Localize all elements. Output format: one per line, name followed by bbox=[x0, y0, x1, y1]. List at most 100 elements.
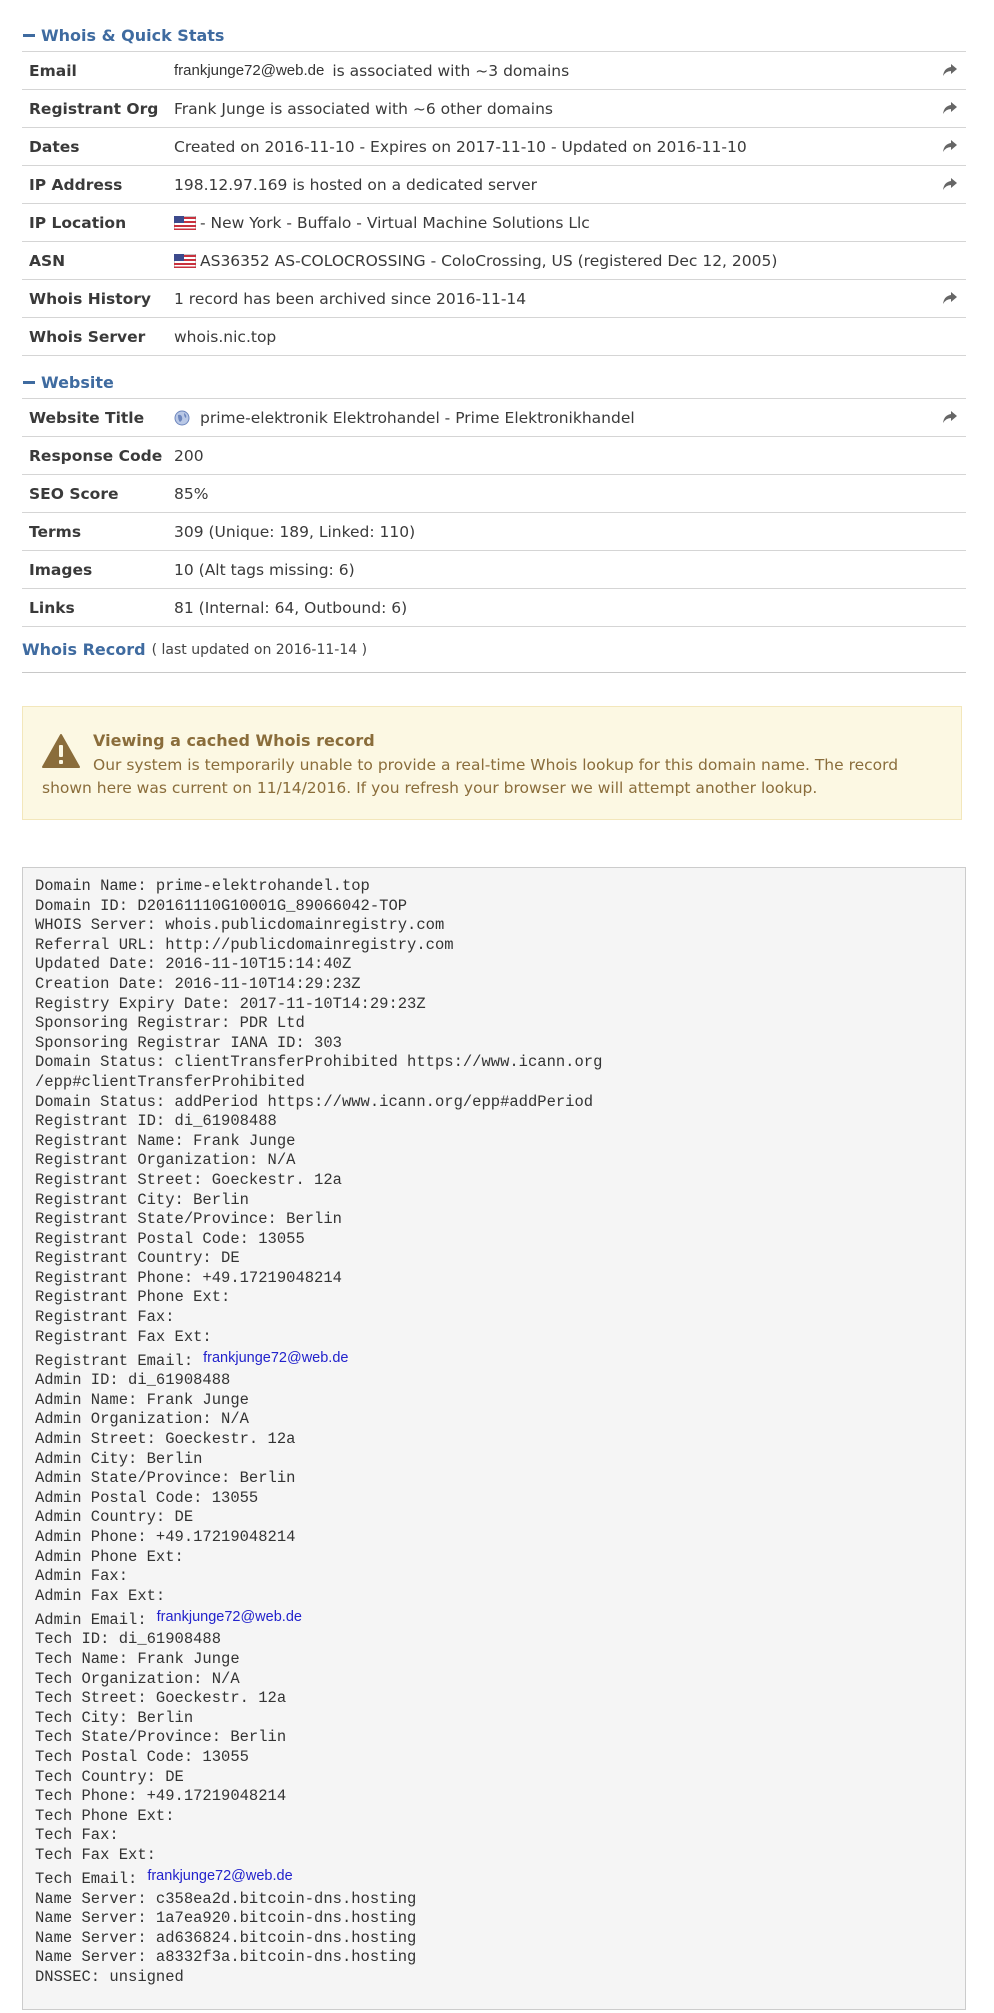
email-link[interactable]: frankjunge72@web.de bbox=[174, 62, 324, 79]
row-text: Frank Junge is associated with ~6 other … bbox=[174, 99, 553, 118]
whois-section-toggle[interactable]: Whois & Quick Stats bbox=[22, 19, 966, 52]
record-line: Registrant Phone: +49.17219048214 bbox=[35, 1268, 342, 1287]
record-line: Registry Expiry Date: 2017-11-10T14:29:2… bbox=[35, 994, 426, 1013]
row-value: 81 (Internal: 64, Outbound: 6) bbox=[174, 599, 407, 617]
row-value: Frank Junge is associated with ~6 other … bbox=[174, 100, 553, 118]
row-text: whois.nic.top bbox=[174, 327, 277, 346]
record-line: Admin Postal Code: 13055 bbox=[35, 1488, 259, 1507]
share-icon[interactable] bbox=[942, 291, 958, 305]
record-line: Creation Date: 2016-11-10T14:29:23Z bbox=[35, 974, 361, 993]
record-line: Tech Fax: bbox=[35, 1826, 119, 1845]
record-line: Admin State/Province: Berlin bbox=[35, 1469, 296, 1488]
whois-record-heading: Whois Record ( last updated on 2016-11-1… bbox=[22, 640, 966, 673]
collapse-icon bbox=[23, 380, 35, 384]
page: Whois & Quick Stats Email frankjunge72@we… bbox=[0, 0, 994, 2013]
info-row: SEO Score 85% bbox=[22, 475, 966, 513]
row-text: - New York - Buffalo - Virtual Machine S… bbox=[200, 213, 590, 232]
record-line: Registrant Country: DE bbox=[35, 1249, 240, 1268]
info-row: Dates Created on 2016-11-10 - Expires on … bbox=[22, 128, 966, 166]
section-title: Website bbox=[41, 372, 114, 392]
record-line: /epp#clientTransferProhibited bbox=[35, 1072, 305, 1091]
record-line: Admin Name: Frank Junge bbox=[35, 1390, 249, 1409]
row-value: prime-elektronik Elektrohandel - Prime E… bbox=[174, 409, 635, 427]
row-label: ASN bbox=[29, 251, 66, 270]
info-row: Links 81 (Internal: 64, Outbound: 6) bbox=[22, 589, 966, 627]
row-text: 81 (Internal: 64, Outbound: 6) bbox=[174, 598, 408, 617]
row-value: whois.nic.top bbox=[174, 328, 276, 346]
row-value: frankjunge72@web.de is associated with ~3… bbox=[174, 62, 569, 80]
record-line: Admin ID: di_61908488 bbox=[35, 1371, 231, 1390]
row-value: AS36352 AS-COLOCROSSING - ColoCrossing, … bbox=[174, 252, 777, 270]
share-icon[interactable] bbox=[942, 410, 958, 424]
info-row: Whois Server whois.nic.top bbox=[22, 318, 966, 356]
record-email-link[interactable]: frankjunge72@web.de bbox=[203, 1349, 348, 1369]
record-line: Tech ID: di_61908488 bbox=[35, 1630, 222, 1649]
row-label: Email bbox=[29, 61, 77, 80]
record-line: Tech Country: DE bbox=[35, 1767, 184, 1786]
info-row: Images 10 (Alt tags missing: 6) bbox=[22, 551, 966, 589]
row-label: Whois History bbox=[29, 289, 152, 308]
record-line: Domain ID: D20161110G10001G_89066042-TOP bbox=[35, 896, 408, 915]
row-label: IP Location bbox=[29, 213, 127, 232]
record-line: Admin Street: Goeckestr. 12a bbox=[35, 1430, 296, 1449]
row-label: Whois Server bbox=[29, 327, 146, 346]
record-line: Tech Phone: +49.17219048214 bbox=[35, 1787, 287, 1806]
cached-record-alert: Viewing a cached Whois record Our system… bbox=[22, 706, 962, 820]
record-email-link[interactable]: frankjunge72@web.de bbox=[147, 1867, 292, 1887]
record-line: Tech City: Berlin bbox=[35, 1708, 194, 1727]
record-line: Tech State/Province: Berlin bbox=[35, 1728, 287, 1747]
row-label: Dates bbox=[29, 137, 80, 156]
whois-record-subtitle: ( last updated on 2016-11-14 ) bbox=[151, 642, 368, 658]
share-icon[interactable] bbox=[942, 101, 958, 115]
globe-icon bbox=[174, 410, 190, 425]
record-line: Registrant Postal Code: 13055 bbox=[35, 1229, 305, 1248]
row-label: IP Address bbox=[29, 175, 123, 194]
record-line: Tech Fax Ext: bbox=[35, 1845, 156, 1864]
row-value: 10 (Alt tags missing: 6) bbox=[174, 561, 355, 579]
info-row: ASN AS36352 AS-COLOCROSSING - ColoCrossin… bbox=[22, 242, 966, 280]
share-icon[interactable] bbox=[942, 63, 958, 77]
record-line: Name Server: ad636824.bitcoin-dns.hostin… bbox=[35, 1928, 417, 1947]
row-value: 1 record has been archived since 2016-11… bbox=[174, 290, 526, 308]
row-text: Created on 2016-11-10 - Expires on 2017-… bbox=[174, 137, 747, 156]
row-label: Registrant Org bbox=[29, 99, 159, 118]
row-text: 198.12.97.169 is hosted on a dedicated s… bbox=[174, 175, 538, 194]
row-value: 85% bbox=[174, 485, 208, 503]
record-line: DNSSEC: unsigned bbox=[35, 1967, 184, 1986]
record-line-text: Registrant Email: bbox=[35, 1351, 194, 1370]
website-section: Website Website Title prime-elektronik El… bbox=[22, 366, 966, 627]
website-section-toggle[interactable]: Website bbox=[22, 366, 966, 399]
record-line: Registrant Phone Ext: bbox=[35, 1288, 231, 1307]
row-text: 309 (Unique: 189, Linked: 110) bbox=[174, 522, 416, 541]
share-icon[interactable] bbox=[942, 177, 958, 191]
record-line: Tech Email: frankjunge72@web.de bbox=[35, 1866, 953, 1890]
row-value: 200 bbox=[174, 447, 204, 465]
record-line: Name Server: 1a7ea920.bitcoin-dns.hostin… bbox=[35, 1909, 417, 1928]
info-row: Response Code 200 bbox=[22, 437, 966, 475]
record-line: Admin Phone: +49.17219048214 bbox=[35, 1528, 296, 1546]
share-icon[interactable] bbox=[942, 139, 958, 153]
row-value: - New York - Buffalo - Virtual Machine S… bbox=[174, 214, 590, 232]
record-line: Admin Phone Ext: bbox=[35, 1547, 184, 1566]
record-line: Admin Organization: N/A bbox=[35, 1410, 249, 1429]
record-line: Sponsoring Registrar IANA ID: 303 bbox=[35, 1033, 342, 1052]
record-line: Updated Date: 2016-11-10T15:14:40Z bbox=[35, 955, 352, 974]
info-row: IP Location - New York - Buffalo - Virtua… bbox=[22, 204, 966, 242]
record-line: Admin Fax: bbox=[35, 1567, 129, 1586]
row-text: 200 bbox=[174, 446, 204, 465]
record-line: Tech Postal Code: 13055 bbox=[35, 1747, 249, 1766]
collapse-icon bbox=[23, 33, 35, 37]
record-email-link[interactable]: frankjunge72@web.de bbox=[157, 1608, 302, 1628]
record-line-text: Admin Email: bbox=[35, 1610, 147, 1629]
record-line: Domain Name: prime-elektrohandel.top bbox=[35, 877, 370, 895]
record-line: Referral URL: http://publicdomainregistr… bbox=[35, 935, 454, 954]
section-title: Whois & Quick Stats bbox=[41, 25, 225, 45]
row-label: SEO Score bbox=[29, 484, 119, 503]
row-label: Terms bbox=[29, 522, 82, 541]
row-label: Links bbox=[29, 598, 75, 617]
record-line: Registrant City: Berlin bbox=[35, 1190, 249, 1209]
info-row: Email frankjunge72@web.de is associated wi… bbox=[22, 52, 966, 90]
record-line: Registrant ID: di_61908488 bbox=[35, 1112, 277, 1131]
record-line: Admin Fax Ext: bbox=[35, 1586, 166, 1605]
record-line: Domain Status: addPeriod https://www.ica… bbox=[35, 1092, 594, 1111]
